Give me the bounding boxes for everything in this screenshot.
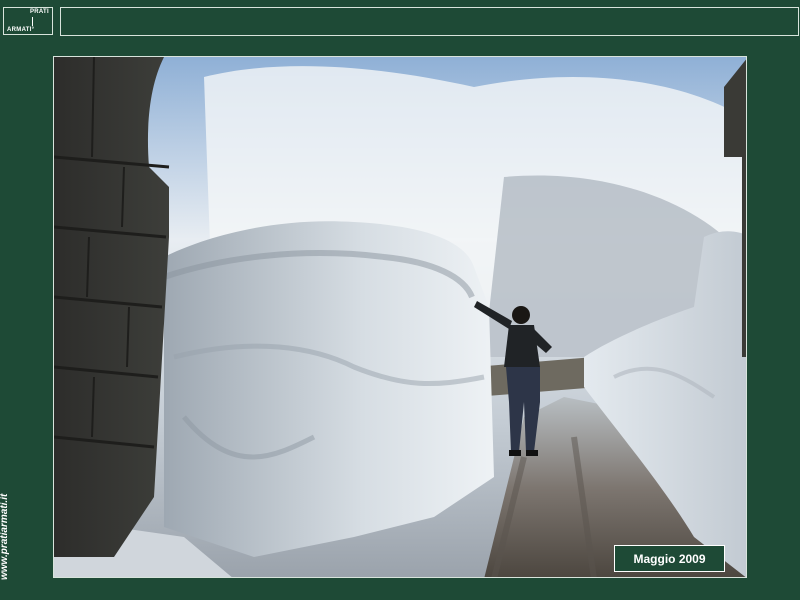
logo-text-bottom: ARMATI° [7,27,35,33]
header-bar [60,7,799,36]
photo-caption: Maggio 2009 [614,545,725,572]
site-logo[interactable]: PRATI ARMATI° [3,7,53,35]
snow-photo [54,57,746,577]
website-url-link[interactable]: www.pratiarmati.it [0,494,10,580]
logo-text-top: PRATI [29,9,49,15]
photo-caption-text: Maggio 2009 [633,551,706,566]
photo-frame: Maggio 2009 [53,56,747,578]
logo-divider [32,17,33,26]
